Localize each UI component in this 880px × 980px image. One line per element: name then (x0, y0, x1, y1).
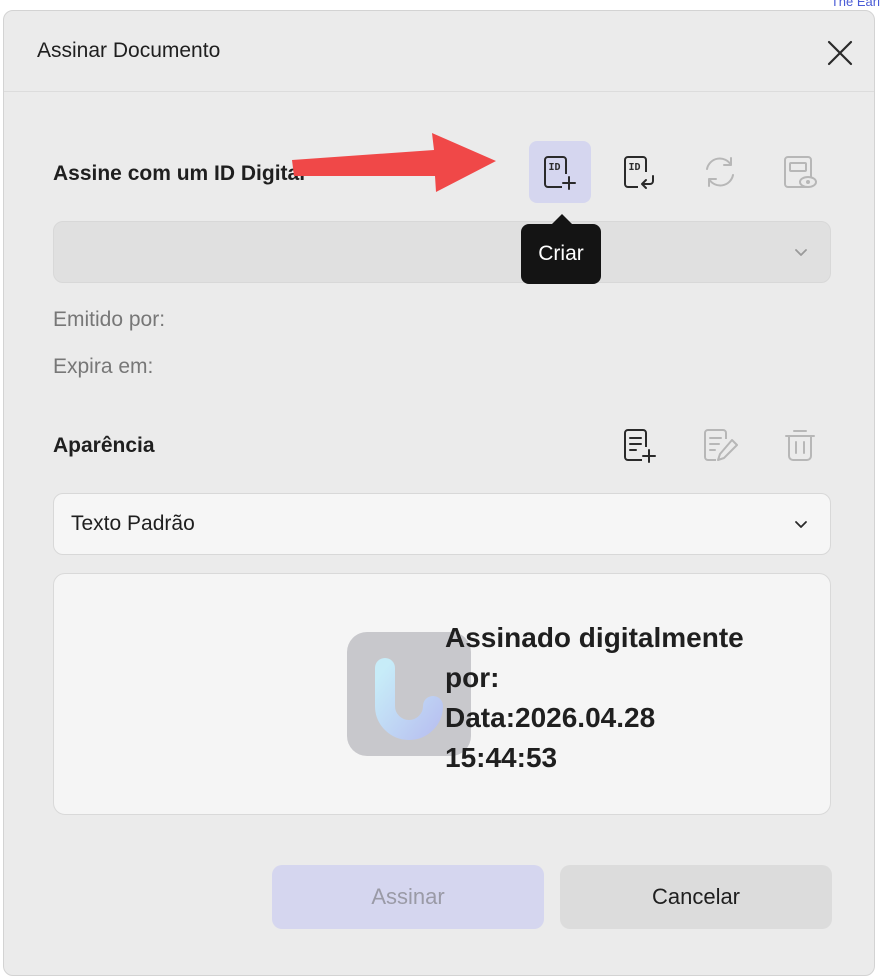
id-view-icon (784, 156, 817, 188)
document-add-icon (624, 429, 656, 463)
expires-label: Expira em: (53, 355, 154, 378)
create-id-button[interactable]: ID (529, 141, 591, 203)
signature-line: Assinado digitalmente (445, 622, 744, 653)
signature-text: Assinado digitalmente por: Data:2026.04.… (445, 618, 805, 778)
chevron-down-icon (795, 249, 807, 256)
svg-text:ID: ID (629, 162, 641, 173)
refresh-id-button[interactable] (689, 141, 751, 203)
dialog-title: Assinar Documento (37, 39, 221, 62)
new-appearance-button[interactable] (609, 414, 671, 476)
signature-line: por: (445, 662, 500, 693)
id-import-icon: ID (624, 156, 654, 189)
signature-preview: Assinado digitalmente por: Data:2026.04.… (53, 573, 831, 815)
issued-by-label: Emitido por: (53, 308, 166, 331)
create-tooltip: Criar (521, 224, 601, 284)
signature-line: Data:2026.04.28 (445, 702, 656, 733)
digital-id-label: Assine com um ID Digital (53, 162, 306, 185)
refresh-icon (706, 157, 734, 187)
chevron-down-icon (795, 521, 807, 528)
close-button[interactable] (824, 37, 856, 69)
svg-text:ID: ID (549, 162, 561, 173)
import-id-button[interactable]: ID (609, 141, 671, 203)
dialog-header: Assinar Documento (4, 11, 874, 92)
view-id-button[interactable] (769, 141, 831, 203)
appearance-select[interactable]: Texto Padrão (53, 493, 831, 555)
background-link[interactable]: The Earl (831, 0, 880, 9)
appearance-label: Aparência (53, 434, 155, 457)
sign-document-dialog: Assinar Documento Assine com um ID Digit… (3, 10, 875, 976)
appearance-select-value: Texto Padrão (71, 512, 195, 535)
id-add-icon: ID (544, 156, 576, 190)
close-icon (827, 40, 853, 66)
document-edit-icon (704, 429, 738, 461)
signature-line: 15:44:53 (445, 742, 558, 773)
edit-appearance-button[interactable] (689, 414, 751, 476)
cancel-button[interactable]: Cancelar (560, 865, 832, 929)
sign-button[interactable]: Assinar (272, 865, 544, 929)
digital-id-select[interactable] (53, 221, 831, 283)
trash-icon (785, 430, 815, 461)
delete-appearance-button[interactable] (769, 414, 831, 476)
